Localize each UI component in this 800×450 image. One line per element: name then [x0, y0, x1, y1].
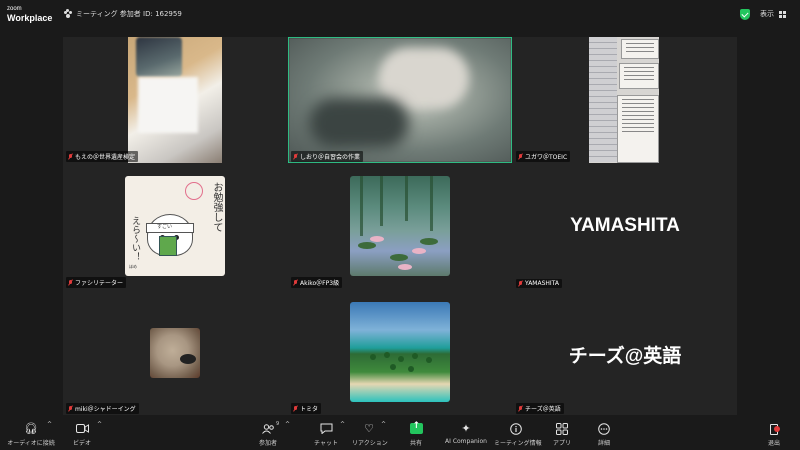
- participants-count: 9: [276, 421, 280, 427]
- sparkle-icon: ✦: [461, 421, 471, 435]
- participant-tile-tomita[interactable]: トミタ: [288, 289, 512, 415]
- participant-name-label: YAMASHITA: [516, 279, 562, 288]
- mic-muted-icon: [68, 279, 73, 286]
- participant-name: チーズ＠英語: [525, 406, 561, 413]
- heart-icon: ♡: [364, 421, 374, 435]
- participant-name-label: Akiko＠FP3級: [291, 277, 343, 288]
- participant-name: ユガワ＠TOEIC: [525, 154, 568, 161]
- participant-name: トミタ: [300, 406, 319, 413]
- sticker-signature: ほめ: [129, 264, 137, 269]
- view-label: 表示: [760, 10, 774, 18]
- video-feed: [589, 37, 659, 163]
- participant-name-label: チーズ＠英語: [516, 403, 564, 414]
- participants-options-chevron-up-icon[interactable]: ^: [285, 421, 290, 428]
- security-shield-icon[interactable]: [740, 9, 750, 20]
- participant-tile-yamashita[interactable]: YAMASHITA YAMASHITA: [513, 163, 737, 289]
- chat-options-chevron-up-icon[interactable]: ^: [340, 421, 345, 428]
- participant-name: YAMASHITA: [525, 280, 559, 287]
- zoom-workplace-logo: zoom Workplace: [7, 5, 52, 23]
- apps-button[interactable]: アプリ: [550, 421, 574, 447]
- participant-name: しおり＠自習会の作業: [300, 154, 361, 161]
- meeting-info[interactable]: ミーティング 参加者 ID: 162959: [64, 9, 182, 19]
- participant-display-name: YAMASHITA: [570, 215, 680, 236]
- meeting-info-button[interactable]: ミーティング情報: [494, 421, 542, 447]
- video-options-chevron-up-icon[interactable]: ^: [97, 421, 102, 428]
- participant-name: miki＠シャドーイング: [75, 406, 136, 413]
- chat-bubble-icon: [320, 423, 332, 434]
- leave-door-icon: [768, 423, 780, 435]
- video-feed: [128, 37, 222, 163]
- grid-view-icon: [779, 10, 786, 18]
- more-icon: [598, 422, 610, 435]
- video-camera-icon: [75, 424, 89, 433]
- leave-label: 退出: [767, 440, 780, 447]
- participants-icon: [261, 423, 274, 434]
- meeting-info-label: ミーティング情報: [494, 440, 542, 447]
- profile-image: [150, 328, 200, 378]
- sticker-text-right: お勉強して: [211, 182, 222, 232]
- more-button[interactable]: 詳細: [592, 421, 616, 447]
- participant-name-label: しおり＠自習会の作業: [291, 151, 364, 162]
- audio-options-chevron-up-icon[interactable]: ^: [47, 421, 52, 428]
- reactions-label: リアクション: [352, 440, 388, 447]
- participant-name: もえの＠世界遺産検定: [75, 154, 136, 161]
- participant-tile-facilitator[interactable]: すごい お勉強して えら〜い！ ほめ ファシリテーター: [63, 163, 287, 289]
- apps-label: アプリ: [552, 440, 571, 447]
- profile-image-island: [350, 302, 450, 402]
- participant-tile-yugawa[interactable]: ユガワ＠TOEIC: [513, 37, 737, 163]
- mic-muted-icon: [518, 153, 523, 160]
- mic-muted-icon: [518, 405, 523, 412]
- participant-name: ファシリテーター: [75, 280, 124, 287]
- participants-button[interactable]: 9 参加者: [254, 421, 282, 447]
- mic-muted-icon: [68, 405, 73, 412]
- profile-image-water-lilies: [350, 176, 450, 276]
- sticker-text-left: えら〜い！: [130, 216, 140, 261]
- paw-icon: [64, 9, 72, 18]
- meeting-toolbar: 🎧︎ オーディオに接続 ^ ビデオ ^ 9 参加者 ^ チャット ^ ♡ リアク…: [0, 418, 800, 450]
- mic-muted-icon: [293, 279, 298, 286]
- ai-companion-button[interactable]: ✦ AI Companion: [444, 421, 488, 445]
- apps-icon: [556, 422, 568, 435]
- top-bar: zoom Workplace ミーティング 参加者 ID: 162959 表示: [0, 0, 800, 28]
- view-button[interactable]: 表示: [760, 9, 786, 19]
- reactions-options-chevron-up-icon[interactable]: ^: [381, 421, 386, 428]
- mic-muted-icon: [293, 153, 298, 160]
- meeting-id-text: ミーティング 参加者 ID: 162959: [76, 10, 182, 18]
- ai-companion-label: AI Companion: [445, 438, 487, 445]
- video-gallery: もえの＠世界遺産検定 しおり＠自習会の作業 ユガワ＠TOEIC すごい お勉強し…: [63, 37, 737, 415]
- video-label: ビデオ: [72, 440, 91, 447]
- share-screen-icon: [409, 421, 423, 434]
- leave-button[interactable]: 退出: [764, 421, 784, 447]
- audio-label: オーディオに接続: [7, 440, 55, 447]
- chat-button[interactable]: チャット: [312, 421, 340, 447]
- participant-name-label: ファシリテーター: [66, 277, 127, 288]
- participant-tile-akiko[interactable]: Akiko＠FP3級: [288, 163, 512, 289]
- participant-display-name: チーズ@英語: [568, 346, 682, 367]
- headphones-icon: 🎧︎: [24, 421, 38, 435]
- video-feed: [289, 38, 511, 162]
- facilitator-sticker-image: すごい お勉強して えら〜い！ ほめ: [125, 176, 225, 276]
- participants-label: 参加者: [258, 440, 277, 447]
- mic-muted-icon: [518, 280, 523, 287]
- participant-tile-shiori[interactable]: しおり＠自習会の作業: [288, 37, 512, 163]
- chat-label: チャット: [314, 440, 338, 447]
- video-button[interactable]: ビデオ: [68, 421, 96, 447]
- mic-muted-icon: [68, 153, 73, 160]
- brand-big-text: Workplace: [7, 13, 53, 23]
- info-icon: [510, 422, 522, 435]
- participant-name-label: トミタ: [291, 403, 322, 414]
- more-label: 詳細: [597, 440, 610, 447]
- participant-name-label: miki＠シャドーイング: [66, 403, 139, 414]
- participant-tile-miki[interactable]: miki＠シャドーイング: [63, 289, 287, 415]
- participant-name-label: ユガワ＠TOEIC: [516, 151, 571, 162]
- mic-muted-icon: [293, 405, 298, 412]
- participant-tile-moeno[interactable]: もえの＠世界遺産検定: [63, 37, 287, 163]
- share-label: 共有: [409, 440, 422, 447]
- participant-name: Akiko＠FP3級: [300, 280, 340, 287]
- participant-tile-cheese[interactable]: チーズ@英語 チーズ＠英語: [513, 289, 737, 415]
- share-button[interactable]: 共有: [404, 421, 428, 447]
- participant-name-label: もえの＠世界遺産検定: [66, 151, 139, 162]
